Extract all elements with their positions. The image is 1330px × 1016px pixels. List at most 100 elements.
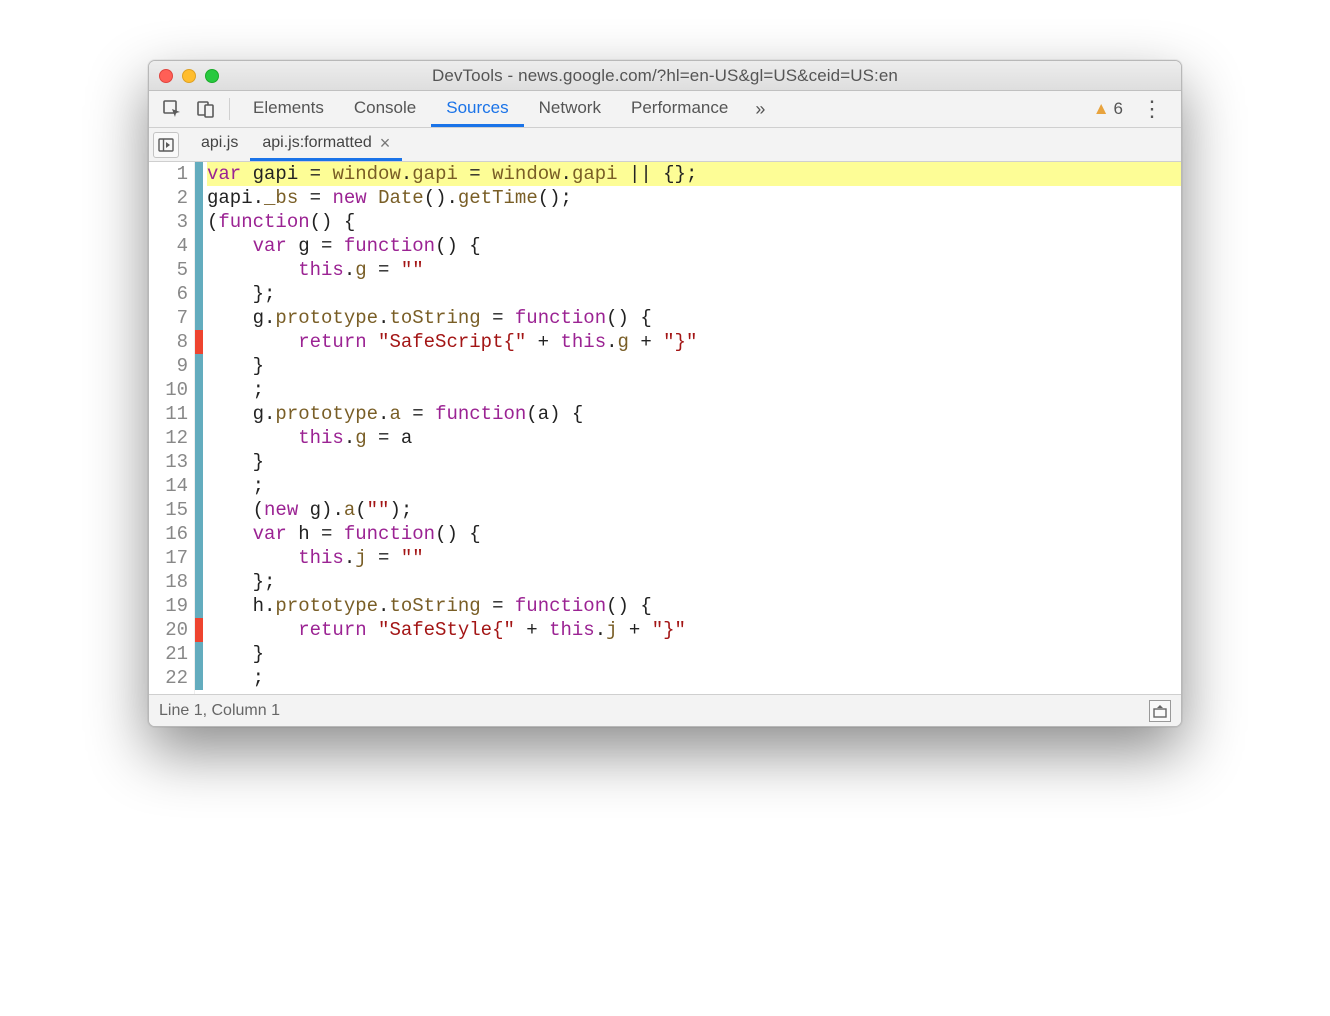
line-number[interactable]: 19 — [149, 594, 188, 618]
warning-icon: ▲ — [1093, 99, 1110, 119]
line-number[interactable]: 14 — [149, 474, 188, 498]
code-line[interactable]: } — [207, 642, 1181, 666]
code-line[interactable]: h.prototype.toString = function() { — [207, 594, 1181, 618]
device-toolbar-button[interactable] — [191, 94, 221, 124]
coverage-marker — [195, 642, 203, 666]
tab-elements[interactable]: Elements — [238, 91, 339, 127]
line-number[interactable]: 15 — [149, 498, 188, 522]
line-number[interactable]: 22 — [149, 666, 188, 690]
coverage-marker — [195, 234, 203, 258]
line-number[interactable]: 18 — [149, 570, 188, 594]
toggle-drawer-button[interactable] — [1149, 700, 1171, 722]
code-line[interactable]: } — [207, 354, 1181, 378]
code-line[interactable]: this.g = "" — [207, 258, 1181, 282]
tab-performance[interactable]: Performance — [616, 91, 743, 127]
divider — [229, 98, 230, 120]
line-number-gutter[interactable]: 12345678910111213141516171819202122 — [149, 162, 195, 694]
coverage-marker — [195, 258, 203, 282]
code-line[interactable]: var g = function() { — [207, 234, 1181, 258]
line-number[interactable]: 11 — [149, 402, 188, 426]
tab-sources[interactable]: Sources — [431, 91, 523, 127]
file-tab[interactable]: api.js — [189, 128, 250, 161]
file-tab-label: api.js:formatted — [262, 134, 371, 152]
line-number[interactable]: 12 — [149, 426, 188, 450]
coverage-marker — [195, 354, 203, 378]
coverage-marker — [195, 306, 203, 330]
traffic-lights — [159, 69, 219, 83]
coverage-marker — [195, 162, 203, 186]
close-tab-button[interactable]: × — [380, 133, 391, 154]
code-line[interactable]: var h = function() { — [207, 522, 1181, 546]
line-number[interactable]: 7 — [149, 306, 188, 330]
code-line[interactable]: } — [207, 450, 1181, 474]
coverage-marker — [195, 498, 203, 522]
line-number[interactable]: 16 — [149, 522, 188, 546]
coverage-marker — [195, 282, 203, 306]
line-number[interactable]: 20 — [149, 618, 188, 642]
coverage-marker — [195, 378, 203, 402]
line-number[interactable]: 17 — [149, 546, 188, 570]
coverage-marker — [195, 666, 203, 690]
titlebar: DevTools - news.google.com/?hl=en-US&gl=… — [149, 61, 1181, 91]
line-number[interactable]: 3 — [149, 210, 188, 234]
code-line[interactable]: this.g = a — [207, 426, 1181, 450]
minimize-window-button[interactable] — [182, 69, 196, 83]
main-tabstrip: ElementsConsoleSourcesNetworkPerformance… — [149, 91, 1181, 128]
file-tab-label: api.js — [201, 134, 238, 152]
code-line[interactable]: gapi._bs = new Date().getTime(); — [207, 186, 1181, 210]
code-line[interactable]: (new g).a(""); — [207, 498, 1181, 522]
coverage-gutter — [195, 162, 203, 694]
close-window-button[interactable] — [159, 69, 173, 83]
code-line[interactable]: g.prototype.a = function(a) { — [207, 402, 1181, 426]
code-line[interactable]: ; — [207, 378, 1181, 402]
file-tabstrip: api.js api.js:formatted × — [149, 128, 1181, 162]
devtools-window: DevTools - news.google.com/?hl=en-US&gl=… — [148, 60, 1182, 727]
code-area[interactable]: var gapi = window.gapi = window.gapi || … — [203, 162, 1181, 694]
coverage-marker — [195, 330, 203, 354]
code-line[interactable]: ; — [207, 474, 1181, 498]
code-line[interactable]: g.prototype.toString = function() { — [207, 306, 1181, 330]
line-number[interactable]: 5 — [149, 258, 188, 282]
warnings-badge[interactable]: ▲ 6 — [1093, 99, 1123, 119]
code-line[interactable]: this.j = "" — [207, 546, 1181, 570]
code-line[interactable]: var gapi = window.gapi = window.gapi || … — [207, 162, 1181, 186]
line-number[interactable]: 21 — [149, 642, 188, 666]
window-title: DevTools - news.google.com/?hl=en-US&gl=… — [149, 66, 1181, 86]
zoom-window-button[interactable] — [205, 69, 219, 83]
tab-network[interactable]: Network — [524, 91, 616, 127]
coverage-marker — [195, 186, 203, 210]
statusbar: Line 1, Column 1 — [149, 694, 1181, 726]
code-line[interactable]: (function() { — [207, 210, 1181, 234]
tab-console[interactable]: Console — [339, 91, 431, 127]
warnings-count: 6 — [1114, 99, 1123, 119]
show-navigator-button[interactable] — [153, 132, 179, 158]
coverage-marker — [195, 570, 203, 594]
inspect-element-button[interactable] — [157, 94, 187, 124]
settings-menu-button[interactable]: ⋮ — [1131, 96, 1173, 122]
coverage-marker — [195, 426, 203, 450]
coverage-marker — [195, 402, 203, 426]
code-line[interactable]: return "SafeScript{" + this.g + "}" — [207, 330, 1181, 354]
code-line[interactable]: ; — [207, 666, 1181, 690]
line-number[interactable]: 10 — [149, 378, 188, 402]
cursor-position: Line 1, Column 1 — [159, 702, 280, 720]
line-number[interactable]: 13 — [149, 450, 188, 474]
line-number[interactable]: 4 — [149, 234, 188, 258]
line-number[interactable]: 1 — [149, 162, 188, 186]
code-line[interactable]: }; — [207, 570, 1181, 594]
code-line[interactable]: return "SafeStyle{" + this.j + "}" — [207, 618, 1181, 642]
coverage-marker — [195, 210, 203, 234]
line-number[interactable]: 6 — [149, 282, 188, 306]
coverage-marker — [195, 450, 203, 474]
coverage-marker — [195, 522, 203, 546]
coverage-marker — [195, 474, 203, 498]
coverage-marker — [195, 618, 203, 642]
line-number[interactable]: 2 — [149, 186, 188, 210]
line-number[interactable]: 9 — [149, 354, 188, 378]
code-line[interactable]: }; — [207, 282, 1181, 306]
source-editor[interactable]: 12345678910111213141516171819202122 var … — [149, 162, 1181, 694]
file-tab[interactable]: api.js:formatted × — [250, 128, 402, 161]
line-number[interactable]: 8 — [149, 330, 188, 354]
coverage-marker — [195, 594, 203, 618]
more-tabs-button[interactable]: » — [747, 99, 773, 120]
